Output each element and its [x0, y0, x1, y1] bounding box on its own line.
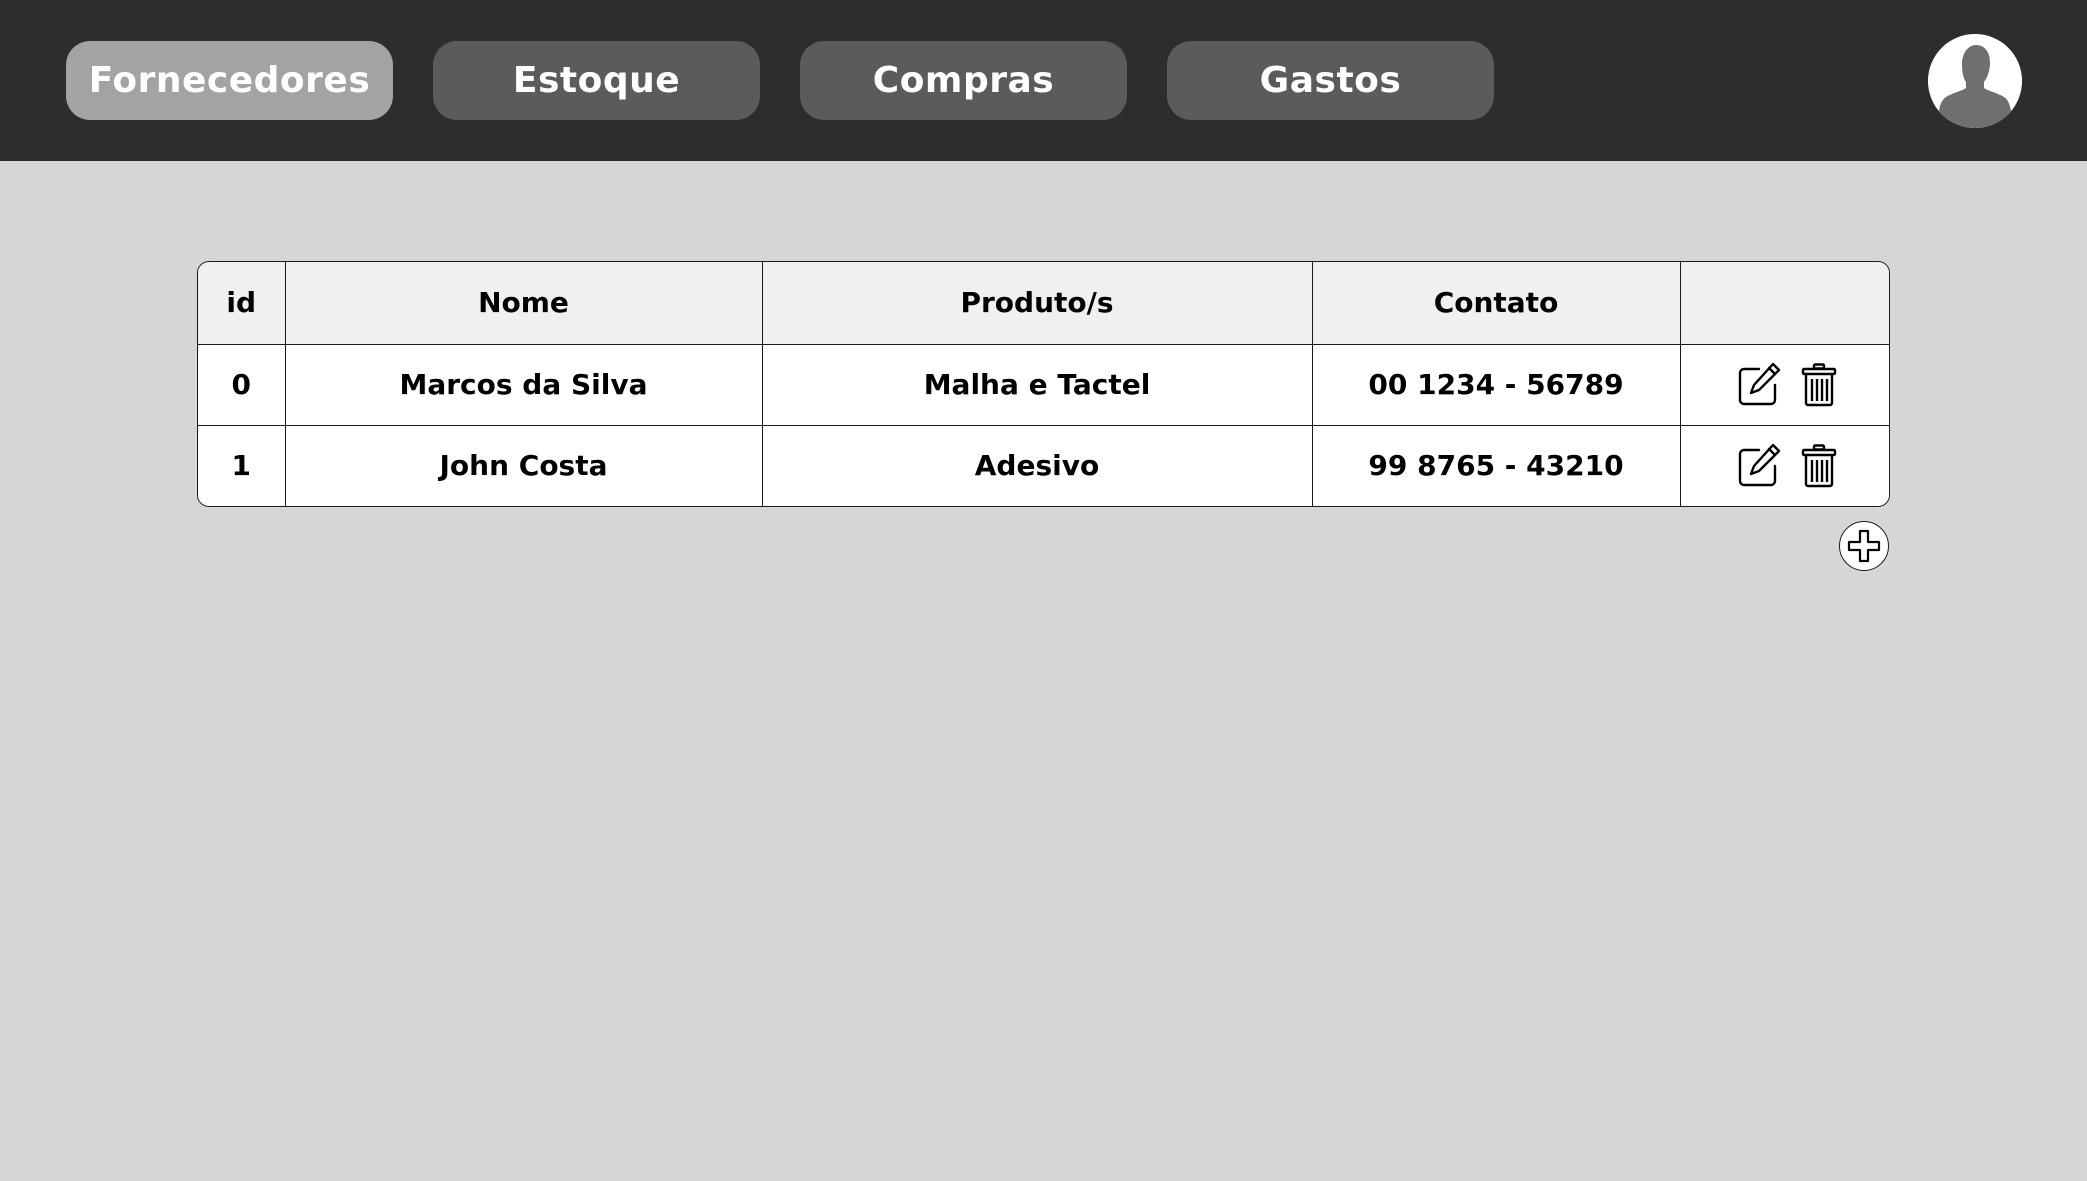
- add-supplier-button[interactable]: [1839, 521, 1889, 571]
- user-silhouette-icon: [1928, 34, 2022, 128]
- cell-actions: [1679, 424, 1889, 506]
- cell-nome: Marcos da Silva: [284, 343, 763, 426]
- header-produtos: Produto/s: [761, 262, 1313, 345]
- top-navbar: Fornecedores Estoque Compras Gastos: [0, 0, 2087, 161]
- tab-gastos[interactable]: Gastos: [1167, 41, 1494, 120]
- header-contato: Contato: [1311, 262, 1681, 345]
- cell-id: 1: [198, 424, 286, 506]
- trash-icon[interactable]: [1801, 444, 1837, 488]
- table-row: 0 Marcos da Silva Malha e Tactel 00 1234…: [198, 343, 1889, 426]
- edit-icon[interactable]: [1735, 442, 1783, 490]
- cell-produtos: Adesivo: [761, 424, 1313, 506]
- cell-id: 0: [198, 343, 286, 426]
- user-avatar[interactable]: [1928, 34, 2022, 128]
- cell-produtos: Malha e Tactel: [761, 343, 1313, 426]
- table-row: 1 John Costa Adesivo 99 8765 - 43210: [198, 424, 1889, 506]
- header-actions: [1679, 262, 1889, 345]
- suppliers-table: id Nome Produto/s Contato 0 Marcos da Si…: [197, 261, 1890, 507]
- tab-estoque[interactable]: Estoque: [433, 41, 760, 120]
- plus-icon: [1847, 529, 1881, 563]
- trash-icon[interactable]: [1801, 362, 1837, 407]
- cell-contato: 00 1234 - 56789: [1311, 343, 1681, 426]
- header-nome: Nome: [284, 262, 763, 345]
- header-id: id: [198, 262, 286, 345]
- cell-actions: [1679, 343, 1889, 426]
- tab-fornecedores[interactable]: Fornecedores: [66, 41, 393, 120]
- cell-nome: John Costa: [284, 424, 763, 506]
- table-header-row: id Nome Produto/s Contato: [198, 262, 1889, 345]
- cell-contato: 99 8765 - 43210: [1311, 424, 1681, 506]
- edit-icon[interactable]: [1735, 361, 1783, 409]
- tab-compras[interactable]: Compras: [800, 41, 1127, 120]
